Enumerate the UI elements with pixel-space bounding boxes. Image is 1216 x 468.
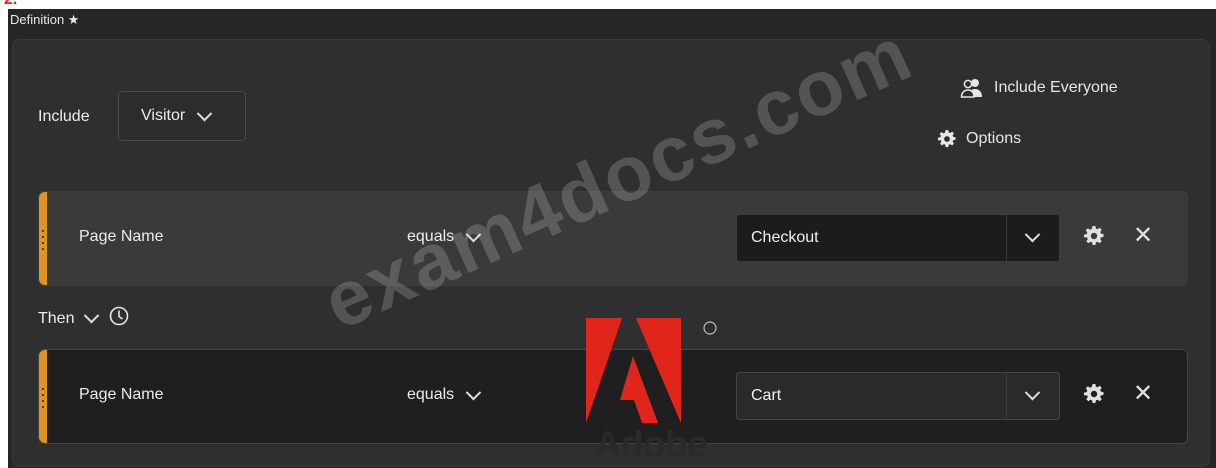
- close-icon[interactable]: ✕: [1133, 224, 1153, 248]
- scope-dropdown-value: Visitor: [141, 107, 186, 124]
- gear-icon: [938, 130, 956, 148]
- corner-mark: 2.: [4, 0, 17, 9]
- value-combobox[interactable]: Cart: [736, 372, 1060, 420]
- clock-icon[interactable]: [109, 306, 129, 331]
- options-label: Options: [966, 130, 1022, 147]
- people-icon: [960, 78, 984, 98]
- operator-value: equals: [407, 386, 455, 403]
- gear-icon[interactable]: [1084, 384, 1104, 409]
- drag-handle[interactable]: [39, 350, 47, 443]
- include-everyone-label: Include Everyone: [994, 79, 1118, 96]
- include-everyone-button[interactable]: Include Everyone: [960, 78, 1118, 98]
- close-icon[interactable]: ✕: [1133, 382, 1153, 406]
- chevron-down-icon: [196, 105, 213, 121]
- operator-dropdown[interactable]: equals: [407, 384, 482, 404]
- gear-icon[interactable]: [1084, 226, 1104, 251]
- value-combobox[interactable]: Checkout: [736, 214, 1060, 262]
- dimension-name: Page Name: [79, 228, 164, 245]
- value-text: Checkout: [751, 229, 819, 246]
- scope-dropdown[interactable]: Visitor: [118, 91, 246, 141]
- sequence-operator[interactable]: Then: [38, 306, 129, 331]
- chevron-down-icon[interactable]: [1024, 226, 1041, 243]
- chevron-down-icon: [465, 384, 482, 400]
- chevron-down-icon[interactable]: [1024, 384, 1041, 401]
- include-label: Include: [38, 108, 90, 125]
- chevron-down-icon: [84, 307, 100, 324]
- options-button[interactable]: Options: [938, 130, 1021, 148]
- then-label: Then: [38, 309, 75, 327]
- drag-handle[interactable]: [39, 192, 47, 285]
- value-text: Cart: [751, 387, 782, 404]
- dimension-name: Page Name: [79, 386, 164, 403]
- adobe-wordmark: Adobe: [594, 424, 708, 466]
- definition-label: Definition ★: [10, 12, 80, 27]
